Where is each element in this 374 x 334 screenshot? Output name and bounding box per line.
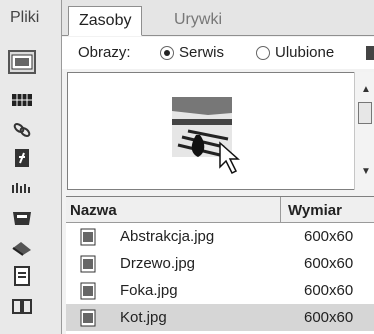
column-header-nazwa[interactable]: Nazwa [70, 202, 117, 219]
link-icon[interactable] [8, 118, 36, 142]
file-dimensions: 600x60 [304, 282, 354, 299]
table-header: Nazwa Wymiar [66, 197, 374, 223]
scroll-up-icon[interactable]: ▲ [361, 84, 371, 95]
scroll-down-icon[interactable]: ▼ [361, 166, 371, 177]
file-dimensions: 600x60 [304, 255, 354, 272]
tab-pliki[interactable]: Pliki [2, 4, 58, 32]
radio-ulubione-label: Ulubione [275, 44, 335, 61]
grid-icon[interactable] [8, 88, 36, 112]
document-icon[interactable] [8, 264, 36, 288]
radio-ulubione[interactable]: Ulubione [256, 44, 334, 61]
file-name: Kot.jpg [120, 309, 167, 326]
left-panel: Pliki [0, 0, 62, 334]
assets-table: Nazwa Wymiar Abstrakcja.jpg 600x60 Drzew… [66, 196, 374, 334]
radio-dot[interactable] [256, 45, 270, 60]
file-flash-icon[interactable] [8, 146, 36, 170]
radio-serwis[interactable]: Serwis [160, 44, 224, 61]
images-filter: Obrazy: Serwis Ulubione [62, 37, 374, 69]
file-dimensions: 600x60 [304, 309, 354, 326]
preview-image [168, 95, 248, 181]
preview-scrollbar[interactable]: ▲ ▼ [354, 72, 374, 190]
table-row[interactable]: Kot.jpg 600x60 [66, 304, 374, 331]
image-file-icon [80, 228, 96, 246]
column-header-wymiar[interactable]: Wymiar [288, 202, 342, 219]
screen-icon[interactable] [8, 50, 36, 74]
book-icon[interactable] [8, 294, 36, 318]
file-name: Foka.jpg [120, 282, 178, 299]
image-file-icon [80, 309, 96, 327]
image-file-icon [80, 255, 96, 273]
bin-icon[interactable] [8, 206, 36, 230]
file-dimensions: 600x60 [304, 228, 354, 245]
table-row[interactable]: Foka.jpg 600x60 [66, 277, 374, 304]
tab-zasoby[interactable]: Zasoby [68, 6, 143, 36]
column-divider[interactable] [280, 197, 281, 223]
ruler-icon[interactable] [8, 176, 36, 200]
assets-panel: Pliki Zasoby Urywki Obrazy: Serwis Ulubi… [0, 0, 374, 334]
scroll-thumb[interactable] [358, 102, 372, 124]
images-filter-label: Obrazy: [78, 44, 131, 61]
file-name: Drzewo.jpg [120, 255, 196, 272]
image-preview [67, 72, 363, 190]
table-row[interactable]: Abstrakcja.jpg 600x60 [66, 223, 374, 250]
file-name: Abstrakcja.jpg [120, 228, 215, 245]
table-row[interactable]: Drzewo.jpg 600x60 [66, 250, 374, 277]
eraser-icon[interactable] [8, 236, 36, 260]
bookmark-icon [366, 46, 374, 60]
radio-serwis-label: Serwis [179, 44, 225, 61]
radio-dot[interactable] [160, 45, 174, 60]
tab-bar: Zasoby Urywki [62, 0, 374, 36]
tab-urywki[interactable]: Urywki [164, 6, 232, 36]
image-file-icon [80, 282, 96, 300]
